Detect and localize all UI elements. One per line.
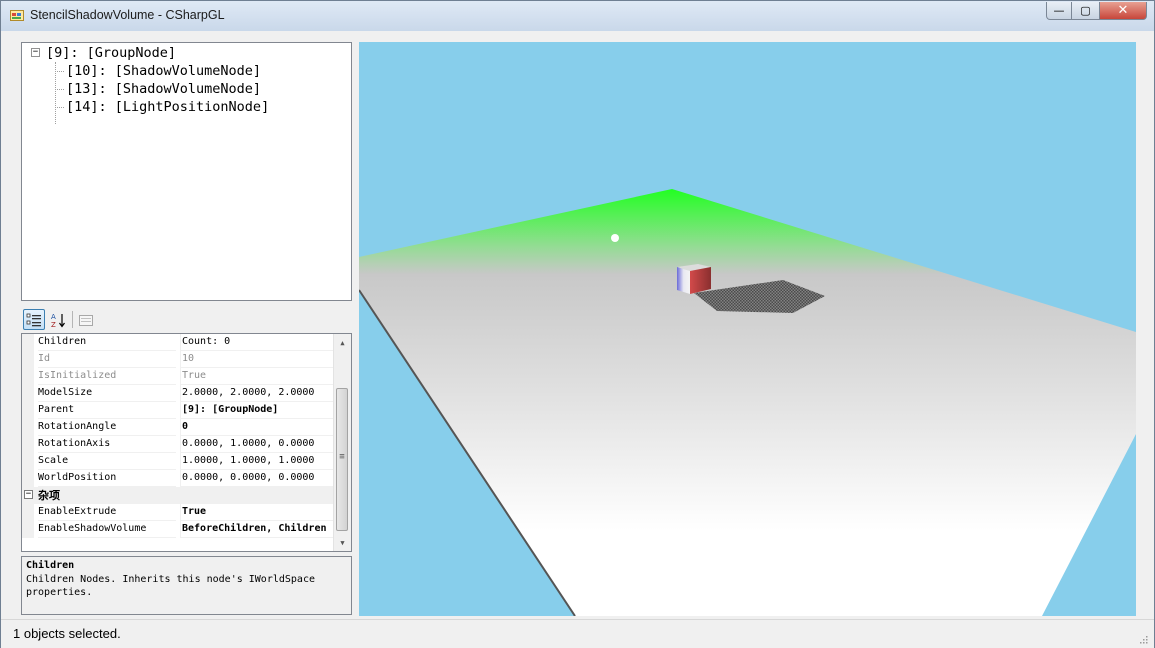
row-margin — [22, 504, 34, 521]
tree-node-label: [13]: [ShadowVolumeNode] — [66, 81, 262, 97]
tree-node-child[interactable]: [10]: [ShadowVolumeNode] — [66, 62, 261, 80]
title-bar[interactable]: StencilShadowVolume - CSharpGL — ▢ ✕ — [1, 1, 1154, 31]
minimize-button[interactable]: — — [1046, 2, 1072, 20]
property-grid[interactable]: Children Count: 0 Id 10 IsInitialized Tr… — [21, 333, 352, 552]
property-name: WorldPosition — [38, 470, 176, 487]
property-row[interactable]: WorldPosition 0.0000, 0.0000, 0.0000 — [22, 470, 338, 487]
property-row[interactable]: RotationAxis 0.0000, 1.0000, 0.0000 — [22, 436, 338, 453]
property-name: RotationAxis — [38, 436, 176, 453]
property-value[interactable]: 1.0000, 1.0000, 1.0000 — [180, 453, 338, 470]
row-margin — [22, 470, 34, 487]
status-text: 1 objects selected. — [13, 626, 121, 641]
scroll-up-icon[interactable]: ▲ — [334, 334, 351, 351]
minimize-icon: — — [1053, 4, 1065, 17]
property-row[interactable]: Scale 1.0000, 1.0000, 1.0000 — [22, 453, 338, 470]
tree-node-label: [9]: [GroupNode] — [46, 45, 177, 61]
property-row[interactable]: ModelSize 2.0000, 2.0000, 2.0000 — [22, 385, 338, 402]
property-value[interactable]: 0.0000, 0.0000, 0.0000 — [180, 470, 338, 487]
property-category[interactable]: − 杂项 — [22, 487, 336, 504]
property-value[interactable]: Count: 0 — [180, 334, 338, 351]
maximize-button[interactable]: ▢ — [1072, 2, 1100, 20]
status-bar: 1 objects selected. — [1, 619, 1154, 648]
property-value[interactable]: BeforeChildren, Children — [180, 521, 338, 538]
vertical-scrollbar[interactable]: ▲ ≡ ▼ — [333, 334, 351, 551]
scrollbar-thumb[interactable]: ≡ — [336, 388, 348, 531]
client-area: − [9]: [GroupNode] [10]: [ShadowVolumeNo… — [9, 32, 1147, 618]
property-value[interactable]: 0 — [180, 419, 338, 436]
main-window: StencilShadowVolume - CSharpGL — ▢ ✕ − [… — [0, 0, 1155, 648]
property-name: ModelSize — [38, 385, 176, 402]
tree-connector — [55, 107, 64, 108]
scroll-grip-icon: ≡ — [339, 452, 345, 462]
property-name: RotationAngle — [38, 419, 176, 436]
property-help-pane: Children Children Nodes. Inherits this n… — [21, 556, 352, 615]
tree-connector — [55, 71, 64, 72]
property-name: Id — [38, 351, 176, 368]
category-label: 杂项 — [38, 489, 60, 502]
row-margin — [22, 368, 34, 385]
tree-node-label: [14]: [LightPositionNode] — [66, 99, 270, 115]
row-margin — [22, 351, 34, 368]
tree-node-child[interactable]: [13]: [ShadowVolumeNode] — [66, 80, 261, 98]
row-margin — [22, 402, 34, 419]
tree-collapse-icon[interactable]: − — [31, 48, 40, 57]
toolbar-separator — [72, 311, 73, 328]
light-position-marker — [611, 234, 619, 242]
row-margin — [22, 419, 34, 436]
close-button[interactable]: ✕ — [1100, 2, 1147, 20]
property-name: Parent — [38, 402, 176, 419]
property-row[interactable]: Children Count: 0 — [22, 334, 338, 351]
row-margin — [22, 385, 34, 402]
property-row[interactable]: EnableExtrude True — [22, 504, 338, 521]
alphabetical-sort-icon: A Z — [51, 313, 65, 328]
help-description: Children Nodes. Inherits this node's IWo… — [26, 574, 315, 598]
scroll-down-icon[interactable]: ▼ — [334, 534, 351, 551]
property-row[interactable]: RotationAngle 0 — [22, 419, 338, 436]
property-name: IsInitialized — [38, 368, 176, 385]
ground-plane — [359, 189, 1136, 616]
window-title: StencilShadowVolume - CSharpGL — [30, 8, 225, 22]
row-margin — [22, 453, 34, 470]
help-title: Children — [26, 560, 75, 571]
categorized-button[interactable] — [23, 309, 45, 330]
tree-node-label: [10]: [ShadowVolumeNode] — [66, 63, 262, 79]
property-value[interactable]: True — [180, 504, 338, 521]
svg-text:A: A — [51, 313, 56, 321]
property-value[interactable]: 10 — [180, 351, 338, 368]
close-icon: ✕ — [1117, 3, 1129, 18]
tree-connector — [55, 89, 64, 90]
row-margin — [22, 436, 34, 453]
property-row[interactable]: EnableShadowVolume BeforeChildren, Child… — [22, 521, 338, 538]
svg-text:Z: Z — [51, 321, 56, 328]
cube-front — [677, 267, 690, 294]
tree-node-root[interactable]: [9]: [GroupNode] — [46, 44, 176, 62]
row-margin — [22, 521, 34, 538]
maximize-icon: ▢ — [1080, 4, 1091, 17]
row-margin — [22, 334, 34, 351]
app-icon — [10, 10, 24, 21]
property-pages-icon — [79, 314, 93, 326]
property-row[interactable]: Parent [9]: [GroupNode] — [22, 402, 338, 419]
tree-node-child[interactable]: [14]: [LightPositionNode] — [66, 98, 269, 116]
opengl-viewport[interactable] — [359, 42, 1136, 616]
property-name: Children — [38, 334, 176, 351]
property-name: EnableShadowVolume — [38, 521, 176, 538]
property-value[interactable]: [9]: [GroupNode] — [180, 402, 338, 419]
property-name: Scale — [38, 453, 176, 470]
property-value[interactable]: 2.0000, 2.0000, 2.0000 — [180, 385, 338, 402]
categorized-view-icon — [26, 313, 41, 326]
resize-grip-icon[interactable] — [1138, 634, 1148, 644]
property-row[interactable]: Id 10 — [22, 351, 338, 368]
property-name: EnableExtrude — [38, 504, 176, 521]
alphabetical-button[interactable]: A Z — [47, 309, 69, 330]
category-collapse-icon[interactable]: − — [24, 490, 33, 499]
property-pages-button[interactable] — [75, 309, 97, 330]
property-value[interactable]: True — [180, 368, 338, 385]
scene-tree[interactable]: − [9]: [GroupNode] [10]: [ShadowVolumeNo… — [21, 42, 352, 301]
property-value[interactable]: 0.0000, 1.0000, 0.0000 — [180, 436, 338, 453]
property-grid-toolbar: A Z — [21, 308, 352, 332]
property-row[interactable]: IsInitialized True — [22, 368, 338, 385]
scene-render — [359, 189, 1136, 616]
